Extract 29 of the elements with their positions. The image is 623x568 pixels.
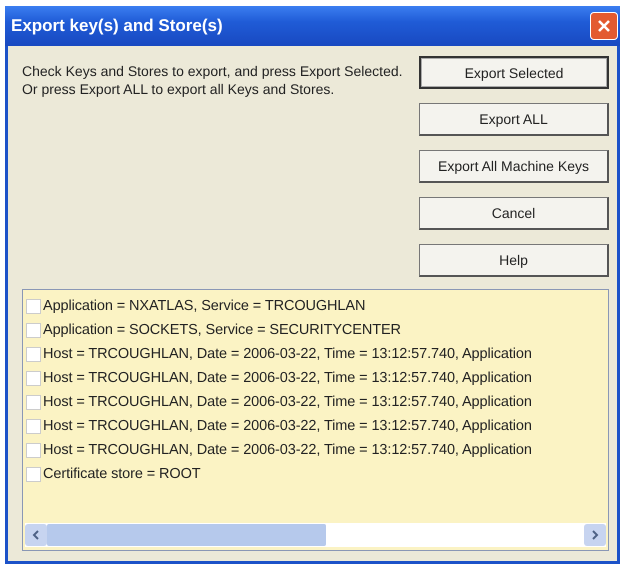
checkbox[interactable] <box>26 466 41 482</box>
dialog-button[interactable]: Export ALL <box>419 103 609 136</box>
list-item-label: Host = TRCOUGHLAN, Date = 2006-03-22, Time = 13:12:57.740, Application <box>43 346 532 362</box>
checkbox[interactable] <box>26 322 41 338</box>
scroll-left-button[interactable] <box>25 524 47 546</box>
list-item-label: Host = TRCOUGHLAN, Date = 2006-03-22, Time = 13:12:57.740, Application <box>43 370 532 386</box>
close-button[interactable] <box>590 12 618 40</box>
scrollbar-thumb[interactable] <box>47 524 326 546</box>
horizontal-scrollbar[interactable] <box>25 523 606 547</box>
list-item-label: Application = NXATLAS, Service = TRCOUGHLAN <box>43 298 366 314</box>
checkbox[interactable] <box>26 346 41 362</box>
checkbox[interactable] <box>26 418 41 434</box>
close-icon <box>596 18 612 34</box>
list-item-label: Host = TRCOUGHLAN, Date = 2006-03-22, Time = 13:12:57.740, Application <box>43 394 532 410</box>
scroll-right-button[interactable] <box>584 524 606 546</box>
checkbox[interactable] <box>26 394 41 410</box>
dialog-button[interactable]: Export Selected <box>419 56 609 89</box>
list-item-label: Host = TRCOUGHLAN, Date = 2006-03-22, Time = 13:12:57.740, Application <box>43 442 532 458</box>
list-item-label: Certificate store = ROOT <box>43 466 201 482</box>
dialog-button[interactable]: Export All Machine Keys <box>419 150 609 183</box>
window-title: Export key(s) and Store(s) <box>11 16 223 36</box>
list-item-label: Application = SOCKETS, Service = SECURITYCENTER <box>43 322 401 338</box>
list-item-label: Host = TRCOUGHLAN, Date = 2006-03-22, Time = 13:12:57.740, Application <box>43 418 532 434</box>
instructions-text: Check Keys and Stores to export, and press Export Selected. Or press Export ALL to export all Keys and Stores. <box>22 62 404 99</box>
checkbox[interactable] <box>26 442 41 458</box>
dialog-button[interactable]: Cancel <box>419 197 609 230</box>
checkbox[interactable] <box>26 298 41 314</box>
dialog-button[interactable]: Help <box>419 244 609 277</box>
checkbox[interactable] <box>26 370 41 386</box>
